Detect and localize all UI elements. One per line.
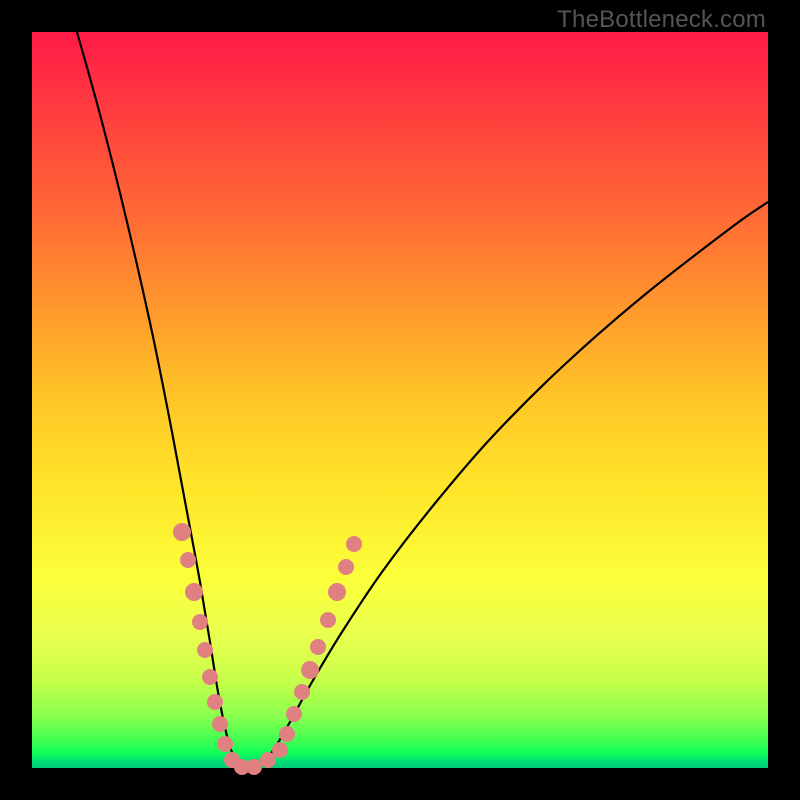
- bottleneck-curve: [77, 32, 768, 769]
- data-marker: [301, 661, 319, 679]
- data-marker: [286, 706, 302, 722]
- data-markers: [173, 523, 362, 775]
- data-marker: [173, 523, 191, 541]
- data-marker: [217, 736, 233, 752]
- data-marker: [207, 694, 223, 710]
- chart-frame: TheBottleneck.com: [0, 0, 800, 800]
- data-marker: [212, 716, 228, 732]
- data-marker: [320, 612, 336, 628]
- data-marker: [279, 726, 295, 742]
- data-marker: [272, 742, 288, 758]
- data-marker: [310, 639, 326, 655]
- data-marker: [328, 583, 346, 601]
- data-marker: [185, 583, 203, 601]
- watermark-text: TheBottleneck.com: [557, 6, 766, 34]
- data-marker: [338, 559, 354, 575]
- data-marker: [202, 669, 218, 685]
- curve-layer: [32, 32, 768, 768]
- data-marker: [294, 684, 310, 700]
- data-marker: [346, 536, 362, 552]
- data-marker: [197, 642, 213, 658]
- data-marker: [192, 614, 208, 630]
- data-marker: [246, 759, 262, 775]
- data-marker: [180, 552, 196, 568]
